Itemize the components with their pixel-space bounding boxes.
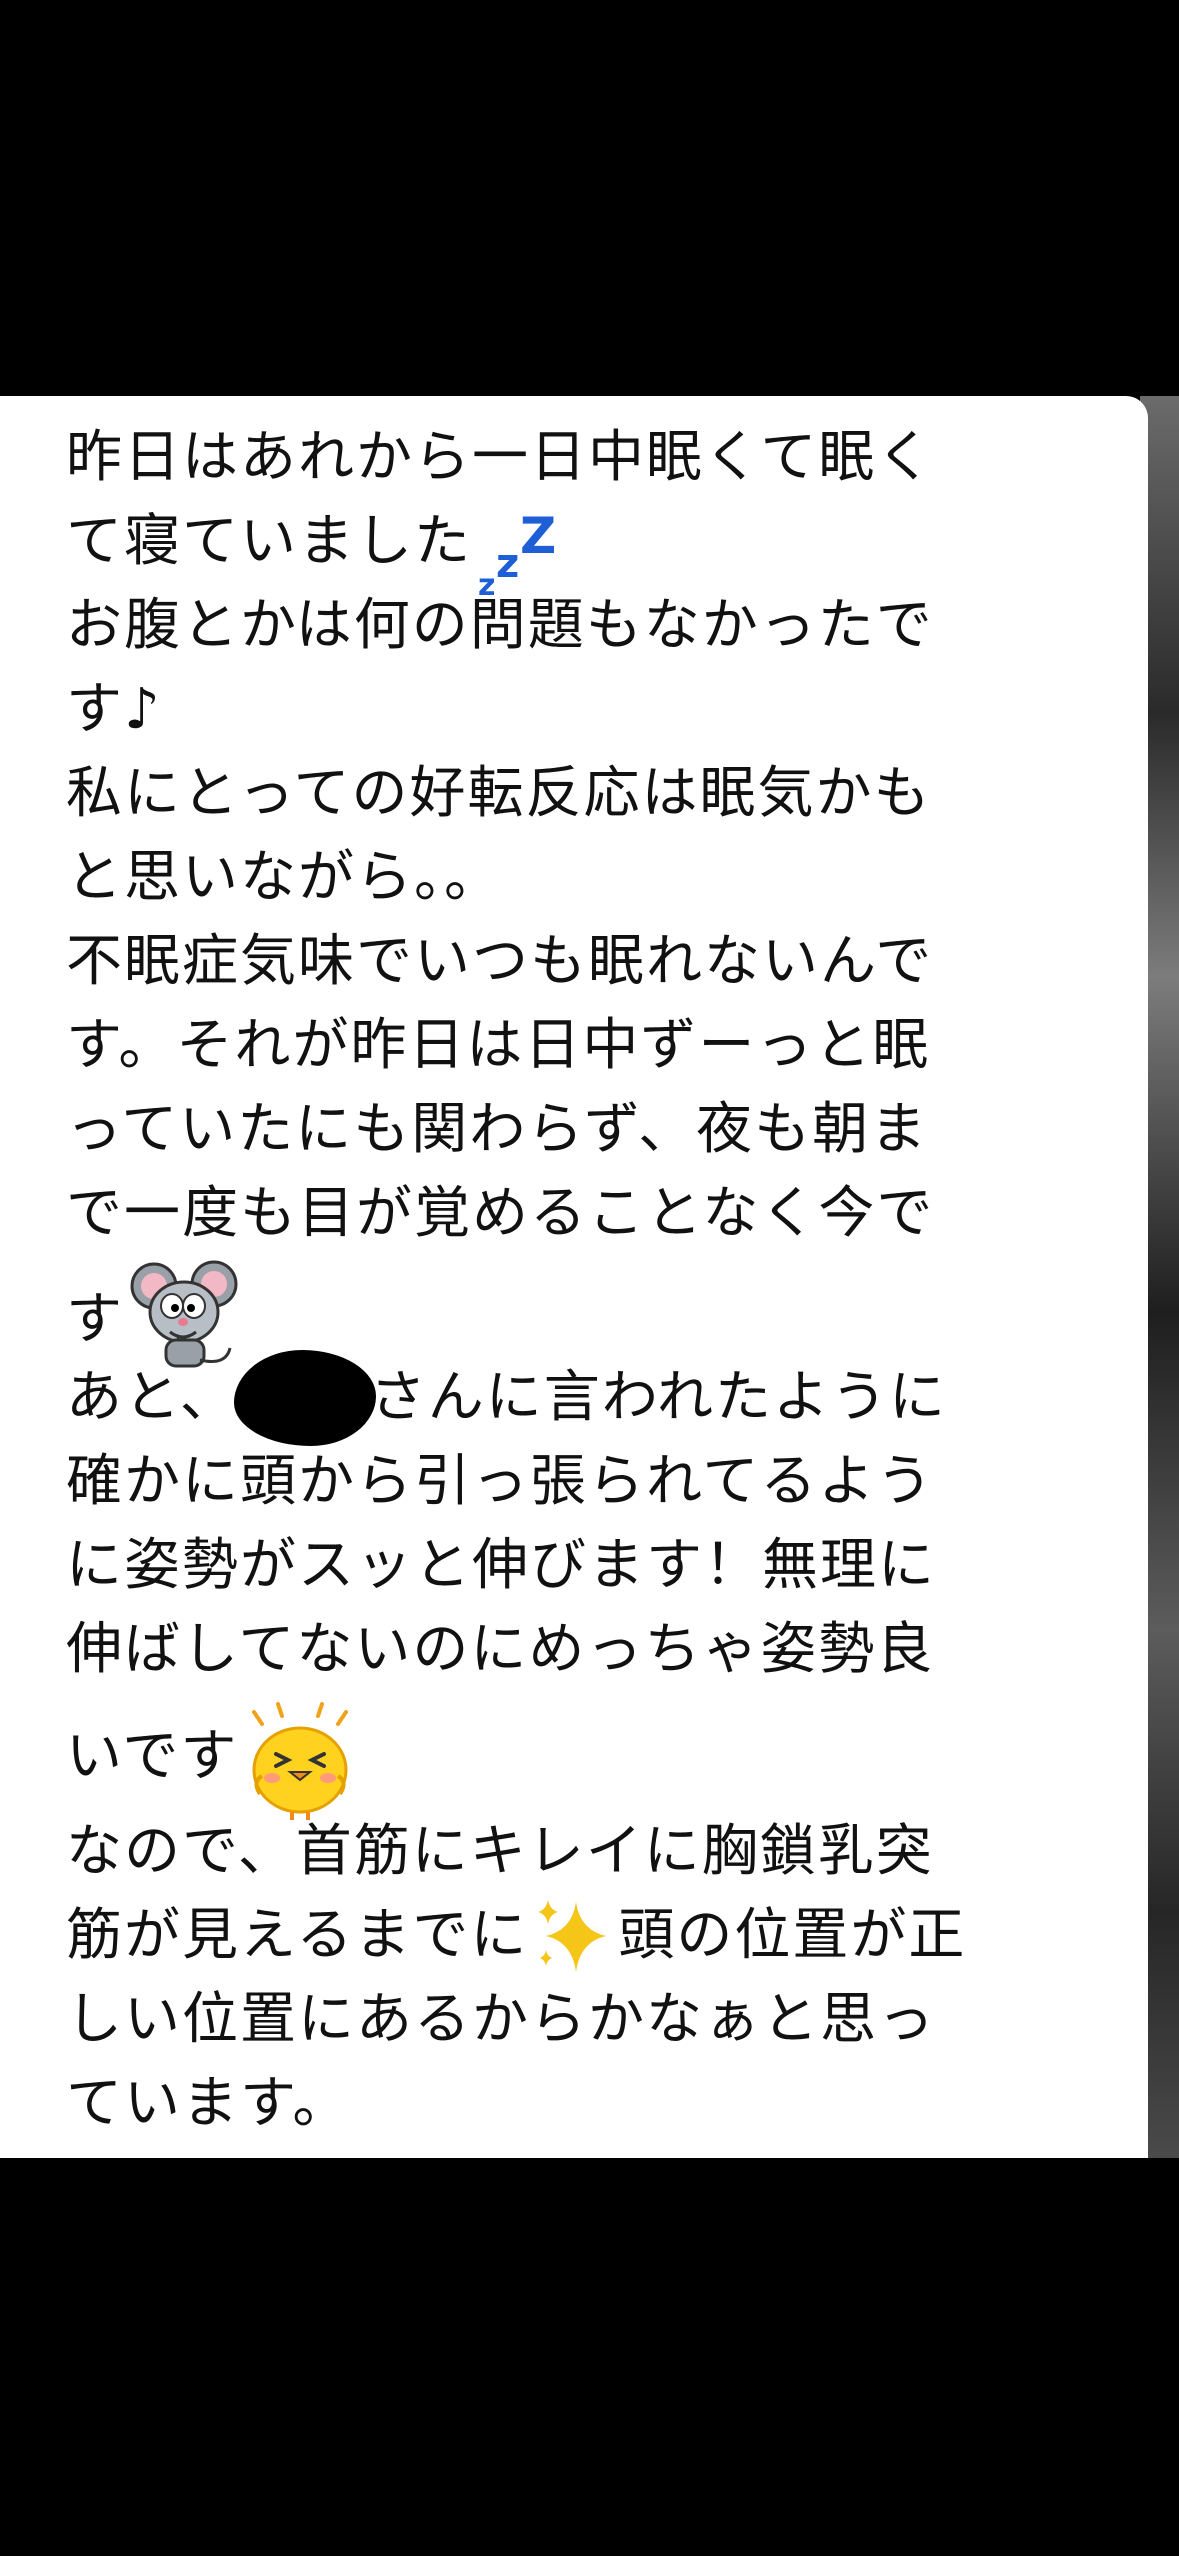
message-line: しい位置にあるからかなぁと思っ [66,1987,936,2052]
message-line: 筋が見えるまでに 頭の位置が正 [66,1894,1108,1978]
message-line: で一度も目が覚めることなく今で [66,1181,935,1246]
message-line: 伸ばしてないのにめっちゃ姿勢良 [66,1617,935,1682]
message-line: す [66,1256,1108,1368]
sparkles-icon [538,1900,607,1972]
message-line: お腹とかは何の問題もなかったで [66,593,934,658]
message-line: ています。 [66,2071,351,2136]
message-line: 不眠症気味でいつも眠れないんで [66,929,934,994]
message-line: 確かに頭から引っ張られてるよう [66,1449,935,1514]
happy-chick-icon [252,1702,349,1820]
message-bubble[interactable]: 昨日はあれから一日中眠くて眠く て寝ていました z z Z お腹とかは何の問題もなかっ… [0,396,1148,2158]
message-line: 昨日はあれから一日中眠くて眠く [66,425,935,490]
message-line: 私にとっての好転反応は眠気かも [66,761,932,826]
message-line: す♪ [66,677,162,742]
message-text: 昨日はあれから一日中眠くて眠く て寝ていました z z Z お腹とかは何の問題もなかっ… [66,416,1108,2146]
message-line: に姿勢がスッと伸びます！無理に [66,1533,936,1598]
redacted-name [233,1350,376,1446]
message-line: て寝ていました z z Z [66,500,1108,603]
message-line: なので、首筋にキレイに胸鎖乳突 [66,1819,934,1884]
message-line: あと、 さんに言われたように [66,1350,1108,1446]
message-line: いです [66,1692,1108,1820]
message-line: す。それが昨日は日中ずーっと眠 [66,1013,931,1078]
sleeping-zzz-icon: zzZ [478,507,559,603]
message-line: っていたにも関わらず、夜も朝ま [66,1097,929,1162]
message-line: と思いながら。。 [66,845,502,910]
